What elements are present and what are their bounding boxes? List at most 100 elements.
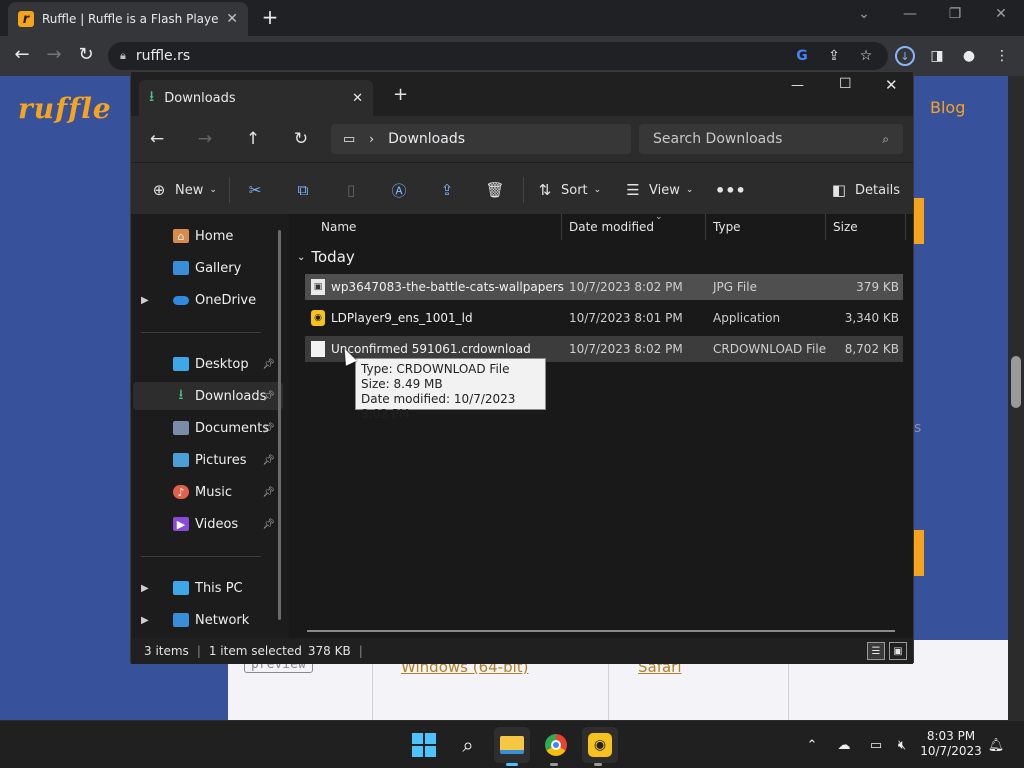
new-button[interactable]: ⊕ New ⌄ (149, 177, 217, 203)
scissors-icon: ✂ (248, 181, 262, 199)
expand-chevron-icon[interactable]: ▶ (141, 583, 155, 594)
rename-button[interactable]: Ⓐ (389, 177, 409, 203)
new-explorer-tab-button[interactable]: + (393, 84, 408, 105)
file-date: 10/7/2023 8:02 PM (569, 342, 683, 356)
file-name: LDPlayer9_ens_1001_ld (331, 311, 473, 325)
copy-button[interactable]: ⧉ (293, 177, 313, 203)
sidebar-item-gallery[interactable]: Gallery (133, 254, 283, 282)
breadcrumb-downloads[interactable]: Downloads (388, 131, 465, 147)
group-header-today[interactable]: ⌄ Today (297, 248, 355, 266)
close-explorer-tab-icon[interactable]: ✕ (352, 91, 363, 106)
sidebar-item-music[interactable]: ♪ Music 📌︎ (133, 478, 283, 506)
share-button[interactable]: ⇪ (437, 177, 457, 203)
explorer-tab[interactable]: ⭳ Downloads ✕ (139, 80, 373, 116)
column-divider[interactable] (705, 214, 706, 240)
gallery-icon (173, 261, 189, 275)
search-icon[interactable]: ⌕ (450, 727, 486, 763)
tab-search-icon[interactable]: ⌄ (850, 6, 878, 26)
downloads-icon[interactable]: ↓ (893, 44, 917, 68)
delete-button[interactable]: 🗑︎ (485, 177, 505, 203)
forward-button[interactable]: → (42, 44, 66, 68)
close-explorer-button[interactable]: ✕ (885, 76, 898, 94)
column-header-date[interactable]: Date modified (569, 220, 654, 234)
sidebar-item-downloads[interactable]: ⭳ Downloads 📌︎ (133, 382, 283, 410)
column-divider[interactable] (905, 214, 906, 240)
sidebar-item-home[interactable]: ⌂ Home (133, 222, 283, 250)
new-tab-button[interactable]: + (258, 6, 282, 30)
sidebar-item-network[interactable]: ▶ Network (133, 606, 283, 634)
column-divider[interactable] (561, 214, 562, 240)
minimize-explorer-button[interactable]: — (791, 78, 804, 93)
bookmark-star-icon[interactable]: ☆ (854, 44, 878, 68)
close-tab-icon[interactable]: ✕ (226, 11, 238, 27)
column-header-type[interactable]: Type (713, 220, 741, 234)
notification-bell-icon[interactable]: 🔔︎ (986, 735, 1006, 755)
menu-kebab-icon[interactable]: ⋮ (990, 44, 1014, 68)
horizontal-scrollbar[interactable] (307, 630, 895, 632)
blog-link[interactable]: Blog (930, 98, 965, 117)
google-lens-icon[interactable]: G (790, 44, 814, 68)
explorer-back-button[interactable]: ← (143, 126, 171, 154)
column-header-size[interactable]: Size (833, 220, 858, 234)
volume-muted-icon[interactable]: 🔇︎ (892, 735, 912, 755)
sidebar-item-onedrive[interactable]: ▶ OneDrive (133, 286, 283, 314)
network-tray-icon[interactable]: ▭ (866, 735, 886, 755)
sidebar-divider (141, 332, 261, 333)
sort-button[interactable]: ⇅ Sort ⌄ (535, 177, 602, 203)
chrome-taskbar-icon[interactable] (538, 727, 574, 763)
file-explorer-taskbar-icon[interactable] (494, 727, 530, 763)
explorer-refresh-button[interactable]: ↻ (287, 126, 315, 154)
side-panel-icon[interactable]: ◨ (925, 44, 949, 68)
taskbar-clock[interactable]: 8:03 PM 10/7/2023 (918, 729, 984, 759)
sidebar-item-videos[interactable]: ▶ Videos 📌︎ (133, 510, 283, 538)
explorer-up-button[interactable]: ↑ (239, 126, 267, 154)
pin-icon: 📌︎ (262, 486, 275, 498)
profile-avatar[interactable]: ● (957, 44, 981, 68)
file-row[interactable]: ◉ LDPlayer9_ens_1001_ld 10/7/2023 8:01 P… (305, 305, 903, 331)
expand-chevron-icon[interactable]: ▶ (141, 295, 155, 306)
view-button[interactable]: ☰ View ⌄ (623, 177, 693, 203)
details-view-icon[interactable]: ☰ (867, 642, 885, 660)
address-bar[interactable]: 🔒︎ ruffle.rs (108, 42, 888, 70)
monitor-icon: ▭ (343, 131, 356, 147)
sidebar-item-this-pc[interactable]: ▶ This PC (133, 574, 283, 602)
ruffle-logo[interactable]: ruffle (18, 92, 112, 125)
cut-button[interactable]: ✂ (245, 177, 265, 203)
paste-button[interactable]: ▯ (341, 177, 361, 203)
share-icon[interactable]: ⇪ (822, 44, 846, 68)
windows-start-icon[interactable] (406, 727, 442, 763)
maximize-explorer-button[interactable]: ☐ (839, 76, 852, 92)
page-scrollbar-thumb[interactable] (1011, 356, 1021, 408)
details-button-label: Details (855, 182, 901, 198)
expand-chevron-icon[interactable]: ▶ (141, 615, 155, 626)
details-button[interactable]: ◧ Details (829, 177, 900, 203)
chevron-down-icon: ⌄ (593, 185, 602, 195)
explorer-forward-button[interactable]: → (191, 126, 219, 154)
breadcrumb[interactable]: ▭ › Downloads (331, 124, 631, 154)
onedrive-tray-icon[interactable]: ☁ (834, 735, 854, 755)
search-input[interactable]: Search Downloads ⌕ (639, 124, 903, 154)
browser-tab[interactable]: r Ruffle | Ruffle is a Flash Player em ✕ (8, 2, 248, 36)
show-hidden-icons-chevron-icon[interactable]: ⌃ (802, 735, 822, 755)
pin-icon: 📌︎ (262, 422, 275, 434)
sidebar-item-label: Home (195, 228, 234, 244)
column-divider[interactable] (825, 214, 826, 240)
pin-icon: 📌︎ (262, 518, 275, 530)
back-button[interactable]: ← (10, 44, 34, 68)
sidebar-item-label: Gallery (195, 260, 242, 276)
minimize-browser-button[interactable]: — (896, 6, 924, 26)
more-options-icon[interactable]: ••• (715, 177, 746, 203)
sidebar-item-desktop[interactable]: Desktop 📌︎ (133, 350, 283, 378)
restore-browser-button[interactable]: ❐ (941, 6, 969, 26)
ldplayer-taskbar-icon[interactable]: ◉ (582, 727, 618, 763)
reload-button[interactable]: ↻ (74, 44, 98, 68)
sidebar-scrollbar[interactable] (278, 230, 281, 620)
sidebar-item-documents[interactable]: Documents 📌︎ (133, 414, 283, 442)
sidebar-item-label: Pictures (195, 452, 247, 468)
file-row[interactable]: ▣ wp3647083-the-battle-cats-wallpapers 1… (305, 274, 903, 300)
close-browser-button[interactable]: ✕ (987, 6, 1015, 26)
image-file-icon: ▣ (311, 279, 325, 295)
column-header-name[interactable]: Name (321, 220, 356, 234)
sidebar-item-pictures[interactable]: Pictures 📌︎ (133, 446, 283, 474)
tiles-view-icon[interactable]: ▣ (889, 642, 907, 660)
